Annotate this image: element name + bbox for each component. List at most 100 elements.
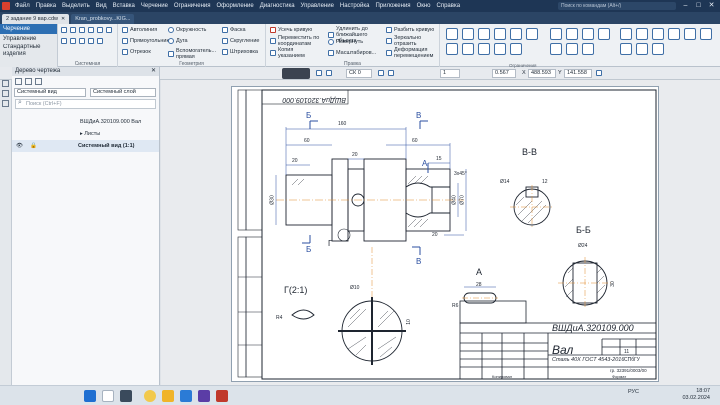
save-icon[interactable] (79, 27, 85, 33)
segment-button[interactable]: Отрезок (122, 49, 151, 55)
roughness-icon[interactable] (494, 28, 506, 40)
ribbon-tab-drawing[interactable]: Черчение (0, 24, 57, 34)
table-icon[interactable] (526, 28, 538, 40)
menu-item[interactable]: Выделить (59, 3, 93, 9)
menu-item[interactable]: Окно (414, 3, 434, 9)
menu-item[interactable]: Справка (434, 3, 464, 9)
layers-icon[interactable] (668, 28, 680, 40)
close-icon[interactable]: ✕ (705, 0, 718, 12)
menu-item[interactable]: Диагностика (257, 3, 298, 9)
equal-icon[interactable] (582, 43, 594, 55)
app-icon[interactable] (198, 390, 210, 402)
view-select[interactable]: Системный вид (14, 88, 86, 97)
fragment-icon[interactable] (636, 43, 648, 55)
library-icon[interactable] (700, 28, 712, 40)
menu-item[interactable]: Оформление (214, 3, 257, 9)
tangent-icon[interactable] (550, 43, 562, 55)
visibility-eye-icon[interactable]: 👁 (16, 140, 23, 152)
x-coordinate[interactable]: 488.593 (528, 69, 556, 78)
deform-move-button[interactable]: Деформация перемещением (386, 47, 438, 59)
task-view-icon[interactable] (120, 390, 132, 402)
perpendicular-icon[interactable] (582, 28, 594, 40)
drawing-canvas[interactable]: ВШДиА.320109.000 160 60 60 20 20 20 15 3… (161, 80, 720, 385)
ribbon-tab-management[interactable]: Управление (0, 34, 57, 44)
parameters-panel-icon[interactable] (2, 80, 9, 87)
close-tab-icon[interactable]: ✕ (61, 14, 65, 24)
start-icon[interactable] (84, 390, 96, 402)
lock-icon[interactable]: 🔒 (30, 140, 37, 152)
menu-item[interactable]: Черчение (138, 3, 171, 9)
scale-button[interactable]: Масштабиров... (328, 50, 376, 56)
zoom-icon[interactable] (316, 70, 322, 76)
fillet-button[interactable]: Скругление (222, 38, 259, 44)
layers-panel-icon[interactable] (2, 100, 9, 107)
tree-item-document[interactable]: ВШДиА.320109.000 Вал (12, 116, 159, 128)
ribbon-tab-standard-parts[interactable]: Стандартные изделия (0, 44, 52, 58)
filter-icon[interactable] (25, 78, 32, 85)
undo-icon[interactable] (97, 27, 103, 33)
fix-icon[interactable] (598, 28, 610, 40)
language-indicator[interactable]: РУС (628, 389, 639, 395)
new-document-icon[interactable] (61, 27, 67, 33)
redo-icon[interactable] (106, 27, 112, 33)
variables-panel-icon[interactable] (2, 90, 9, 97)
radius-dim-icon[interactable] (462, 43, 474, 55)
mirror-button[interactable]: Зеркально отразить (386, 35, 436, 47)
arc-button[interactable]: Дуга (168, 38, 188, 44)
aux-line-button[interactable]: Вспомогатель... прямая (168, 48, 216, 60)
autoline-button[interactable]: Автолиния (122, 27, 157, 33)
parallel-icon[interactable] (566, 28, 578, 40)
print-icon[interactable] (88, 27, 94, 33)
tab-document-2[interactable]: Kran_probkovy...KIG... (71, 14, 135, 24)
drawing-sheet[interactable]: ВШДиА.320109.000 160 60 60 20 20 20 15 3… (231, 86, 659, 382)
close-panel-icon[interactable]: ✕ (151, 67, 159, 76)
tolerance-icon[interactable] (494, 43, 506, 55)
insert-view-icon[interactable] (652, 43, 664, 55)
chrome-icon[interactable] (144, 390, 156, 402)
tree-item-system-view[interactable]: 👁 🔒 Системный вид (1:1) (12, 140, 159, 152)
scale-field[interactable]: 0.567 (492, 69, 516, 78)
rectangle-button[interactable]: Прямоугольник (122, 38, 169, 44)
minimize-icon[interactable]: – (679, 0, 692, 12)
tree-item-sheets[interactable]: ▸ Листы (12, 128, 159, 140)
maximize-icon[interactable]: □ (692, 0, 705, 12)
copy-icon[interactable] (70, 38, 76, 44)
kompas-logo-icon[interactable] (0, 0, 12, 12)
properties-icon[interactable] (88, 38, 94, 44)
clock[interactable]: 18:07 03.02.2024 (682, 388, 710, 402)
tab-document-1[interactable]: 2 задание 9 вар.cdw ✕ (2, 14, 70, 24)
hatch-button[interactable]: Штриховка (222, 49, 258, 55)
coincidence-icon[interactable] (566, 43, 578, 55)
dimension-icon[interactable] (446, 28, 458, 40)
rotate-button[interactable]: Повернуть (328, 39, 363, 45)
menu-item[interactable]: Ограничения (171, 3, 214, 9)
y-coordinate[interactable]: 141.558 (564, 69, 592, 78)
menu-item[interactable]: Приложения (372, 3, 413, 9)
menu-item[interactable]: Управление (298, 3, 337, 9)
coords-pin-icon[interactable] (596, 70, 602, 76)
leader-icon[interactable] (510, 28, 522, 40)
area-icon[interactable] (636, 28, 648, 40)
step-field[interactable]: 1 (440, 69, 460, 78)
open-icon[interactable] (70, 27, 76, 33)
tree-search-input[interactable]: Поиск (Ctrl+F) (15, 99, 156, 109)
constraint-icon[interactable] (550, 28, 562, 40)
paste-icon[interactable] (79, 38, 85, 44)
section-line-icon[interactable] (510, 43, 522, 55)
explorer-icon[interactable] (162, 390, 174, 402)
macro-icon[interactable] (684, 28, 696, 40)
menu-item[interactable]: Настройка (337, 3, 373, 9)
menu-item[interactable]: Вид (93, 3, 110, 9)
copy-by-pick-button[interactable]: Копия указанием (270, 47, 316, 59)
cut-icon[interactable] (61, 38, 67, 44)
base-icon[interactable] (478, 43, 490, 55)
command-search-input[interactable]: Поиск по командам (Alt+/) (558, 2, 676, 10)
move-by-coords-button[interactable]: Переместить по координатам (270, 35, 324, 47)
text-icon[interactable] (478, 28, 490, 40)
menu-item[interactable]: Правка (33, 3, 59, 9)
angle-dim-icon[interactable] (446, 43, 458, 55)
circle-button[interactable]: Окружность (168, 27, 206, 33)
menu-item[interactable]: Вставка (110, 3, 138, 9)
cs-select[interactable]: СК 0 (346, 69, 372, 78)
trim-curve-button[interactable]: Усечь кривую (270, 27, 312, 33)
